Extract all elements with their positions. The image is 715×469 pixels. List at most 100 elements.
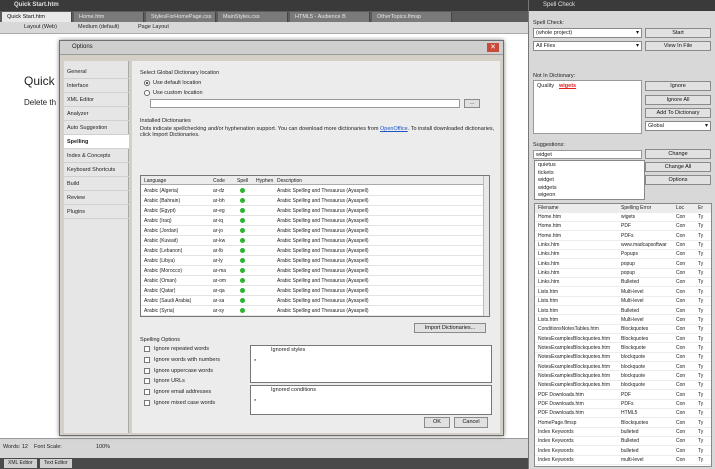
tab-quick-start[interactable]: Quick Start.htm xyxy=(2,12,72,22)
start-button[interactable]: Start xyxy=(645,28,711,38)
spelling-option-checkbox[interactable] xyxy=(144,400,150,406)
nav-general[interactable]: General xyxy=(64,65,129,79)
error-row[interactable]: NotesExamplesBlockquotes.htm blockquote Co… xyxy=(535,363,711,372)
error-row[interactable]: Home.htm PDF Con Ty xyxy=(535,222,711,232)
spelling-option-checkbox[interactable] xyxy=(144,389,150,396)
suggestion-input[interactable]: widget xyxy=(533,150,642,159)
dictionary-scope-dropdown[interactable]: Global ▾ xyxy=(645,121,711,131)
scope-dropdown[interactable]: (whole project) ▾ xyxy=(533,28,642,38)
close-icon[interactable]: ✕ xyxy=(487,43,499,52)
error-row[interactable]: Index Keywords bulleted Con Ty xyxy=(535,447,711,456)
zoom-level[interactable]: 100% xyxy=(96,444,110,450)
nav-spelling[interactable]: Spelling xyxy=(64,135,129,149)
error-row[interactable]: NotesExamplesBlockquotes.htm blockquote Co… xyxy=(535,353,711,363)
dictionary-row[interactable]: Arabic (Lebanon) ar-lb Arabic Spelling and… xyxy=(141,246,483,256)
custom-location-input[interactable] xyxy=(150,99,460,108)
spelling-option-checkbox[interactable] xyxy=(144,378,150,385)
error-row[interactable]: PDF Downloads.htm PDF Con Ty xyxy=(535,391,711,400)
nav-xml-editor[interactable]: XML Editor xyxy=(64,93,129,107)
error-row[interactable]: Lists.htm Bulleted Con Ty xyxy=(535,307,711,316)
nav-auto-suggestion[interactable]: Auto Suggestion xyxy=(64,121,129,135)
dictionary-scrollbar[interactable] xyxy=(483,176,489,316)
spelling-option-checkbox[interactable] xyxy=(144,346,150,352)
suggestion-item[interactable]: wigeon xyxy=(538,192,555,198)
error-row[interactable]: NotesExamplesBlockquotes.htm Blockquotes C… xyxy=(535,335,711,344)
dictionary-row[interactable]: Arabic (Syria) ar-sy Arabic Spelling and T… xyxy=(141,306,483,316)
error-row[interactable]: ConditionsNotesTables.htm Blockquotes Con T… xyxy=(535,325,711,335)
suggestion-item[interactable]: quietus xyxy=(538,162,556,168)
dictionary-row[interactable]: Arabic (Egypt) ar-eg Arabic Spelling and T… xyxy=(141,206,483,216)
error-row[interactable]: Lists.htm Multi-level Con Ty xyxy=(535,316,711,325)
nav-review[interactable]: Review xyxy=(64,191,129,205)
ignored-styles-box[interactable]: Ignored styles * xyxy=(250,345,492,383)
change-all-button[interactable]: Change All xyxy=(645,162,711,172)
error-row[interactable]: PDF Downloads.htm PDFs Con Ty xyxy=(535,400,711,409)
error-row[interactable]: Links.htm popup Con Ty xyxy=(535,269,711,278)
nav-keyboard-shortcuts[interactable]: Keyboard Shortcuts xyxy=(64,163,129,177)
nav-build[interactable]: Build xyxy=(64,177,129,191)
add-to-dictionary-button[interactable]: Add To Dictionary xyxy=(645,108,711,118)
nav-interface[interactable]: Interface xyxy=(64,79,129,93)
error-row[interactable]: Links.htm Popups Con Ty xyxy=(535,250,711,260)
import-dictionaries-button[interactable]: Import Dictionaries... xyxy=(414,323,486,333)
files-dropdown[interactable]: All Files ▾ xyxy=(533,41,642,51)
dictionary-row[interactable]: Arabic (Jordan) ar-jo Arabic Spelling and … xyxy=(141,226,483,236)
error-row[interactable]: Lists.htm Multi-level Con Ty xyxy=(535,297,711,307)
suggestion-item[interactable]: widget xyxy=(538,177,554,183)
ignore-button[interactable]: Ignore xyxy=(645,81,711,91)
spelling-option-checkbox[interactable] xyxy=(144,356,150,363)
options-button[interactable]: Options xyxy=(645,175,711,185)
custom-location-radio[interactable] xyxy=(144,90,150,96)
tab-styles-homepage[interactable]: StylesForHomePage.css xyxy=(146,12,216,22)
suggestion-item[interactable]: tickets xyxy=(538,170,554,176)
view-in-file-button[interactable]: View In File xyxy=(645,41,711,51)
error-row[interactable]: Index Keywords Bulleted Con Ty xyxy=(535,437,711,447)
error-row[interactable]: Links.htm www.madcapsoftwar Con Ty xyxy=(535,241,711,250)
dictionary-row[interactable]: Arabic (Algeria) ar-dz Arabic Spelling and… xyxy=(141,186,483,196)
dictionary-row[interactable]: Arabic (Iraq) ar-iq Arabic Spelling and Th… xyxy=(141,216,483,226)
error-row[interactable]: NotesExamplesBlockquotes.htm blockquote Co… xyxy=(535,381,711,391)
error-row[interactable]: Links.htm popup Con Ty xyxy=(535,260,711,269)
nav-analyzer[interactable]: Analyzer xyxy=(64,107,129,121)
suggestions-list[interactable]: quietus tickets widget widgets wigeon xyxy=(534,160,645,200)
ok-button[interactable]: OK xyxy=(424,417,450,428)
error-row[interactable]: Links.htm Bulleted Con Ty xyxy=(535,278,711,288)
cancel-button[interactable]: Cancel xyxy=(454,417,488,428)
dictionary-row[interactable]: Arabic (Kuwait) ar-kw Arabic Spelling and … xyxy=(141,236,483,246)
dictionary-row[interactable]: Arabic (Bahrain) ar-bh Arabic Spelling and… xyxy=(141,196,483,206)
ignored-conditions-box[interactable]: Ignored conditions * xyxy=(250,385,492,415)
tab-home[interactable]: Home.htm xyxy=(74,12,144,22)
nav-plugins[interactable]: Plugins xyxy=(64,205,129,219)
error-row[interactable]: HomePage.flmsp Blockquotes Con Ty xyxy=(535,419,711,428)
suggestion-item[interactable]: widgets xyxy=(538,185,557,191)
error-row[interactable]: Home.htm PDFs Con Ty xyxy=(535,232,711,241)
nav-index-concepts[interactable]: Index & Concepts xyxy=(64,149,129,163)
error-row[interactable]: NotesExamplesBlockquotes.htm Blockquote Co… xyxy=(535,344,711,353)
error-row[interactable]: Index Keywords bulleted Con Ty xyxy=(535,428,711,437)
tab-text-editor[interactable]: Text Editor xyxy=(40,459,72,468)
tab-mainstyles[interactable]: MainStyles.css xyxy=(218,12,288,22)
layout-dropdown[interactable]: Layout (Web) xyxy=(24,24,57,30)
tab-othertopics[interactable]: OtherTopics.flmsp xyxy=(372,12,452,22)
dictionary-row[interactable]: Arabic (Oman) ar-om Arabic Spelling and Th… xyxy=(141,276,483,286)
openoffice-link[interactable]: OpenOffice xyxy=(380,126,408,132)
context-box[interactable]: Quality wigets xyxy=(533,80,642,134)
tab-xml-editor[interactable]: XML Editor xyxy=(4,459,37,468)
medium-dropdown[interactable]: Medium (default) xyxy=(78,24,119,30)
tab-html5-audience[interactable]: HTML5 - Audience B xyxy=(290,12,370,22)
spelling-option-checkbox[interactable] xyxy=(144,367,150,374)
browse-button[interactable]: ... xyxy=(464,99,480,108)
dictionary-row[interactable]: Arabic (Libya) ar-ly Arabic Spelling and T… xyxy=(141,256,483,266)
error-row[interactable]: PDF Downloads.htm HTML5 Con Ty xyxy=(535,409,711,419)
dictionary-row[interactable]: Arabic (Saudi Arabia) ar-sa Arabic Spellin… xyxy=(141,296,483,306)
error-row[interactable]: Lists.htm Multi-level Con Ty xyxy=(535,288,711,297)
dictionary-row[interactable]: Arabic (Qatar) ar-qa Arabic Spelling and T… xyxy=(141,286,483,296)
page-layout-dropdown[interactable]: Page Layout xyxy=(138,24,169,30)
ignore-all-button[interactable]: Ignore All xyxy=(645,95,711,105)
error-row[interactable]: NotesExamplesBlockquotes.htm blockquote Co… xyxy=(535,372,711,381)
default-location-radio[interactable] xyxy=(144,80,150,86)
error-row[interactable]: Home.htm wigets Con Ty xyxy=(535,213,711,222)
error-row[interactable]: Index Keywords multi-level Con Ty xyxy=(535,456,711,465)
dictionary-row[interactable]: Arabic (Morocco) ar-ma Arabic Spelling and… xyxy=(141,266,483,276)
change-button[interactable]: Change xyxy=(645,149,711,159)
